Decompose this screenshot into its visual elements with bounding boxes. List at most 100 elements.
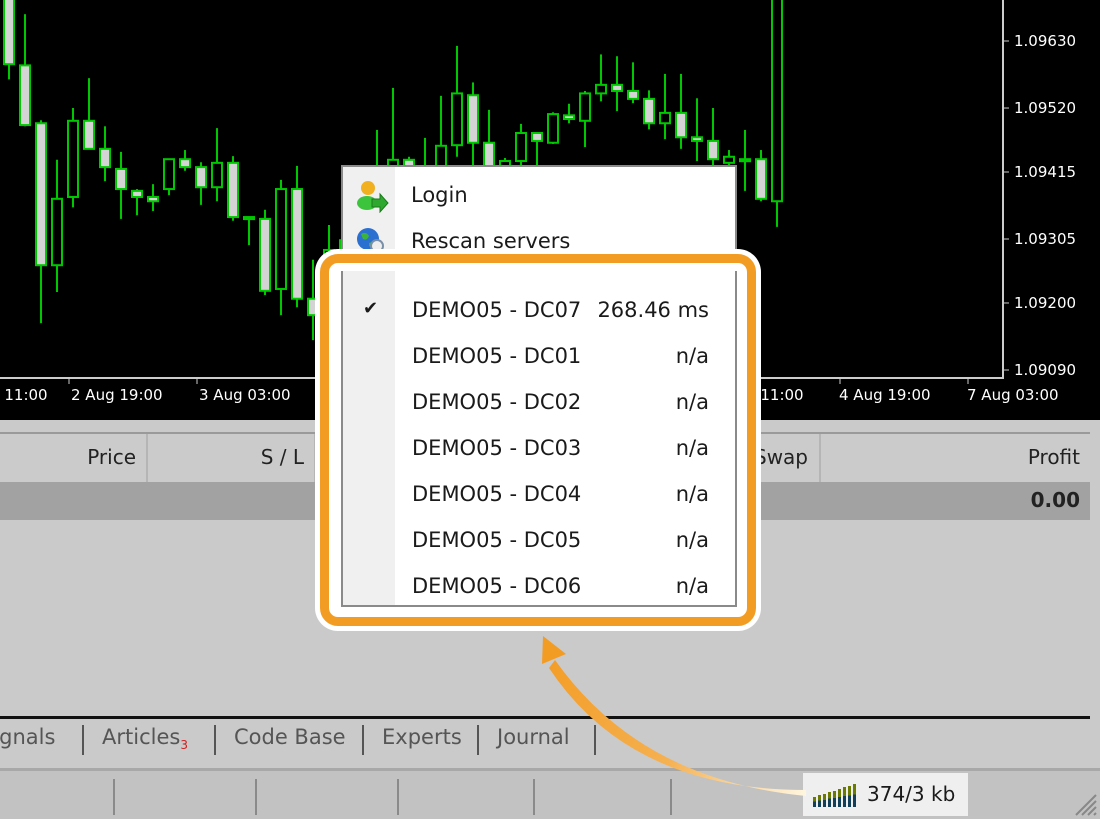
candle-body [275, 188, 287, 290]
candle-body [707, 139, 719, 161]
candle [515, 123, 527, 166]
candle [675, 73, 687, 149]
candle [131, 189, 143, 216]
status-divider [113, 779, 115, 815]
connection-traffic: 374/3 kb [867, 782, 956, 806]
candle-body [531, 131, 543, 142]
status-divider [255, 779, 257, 815]
server-item[interactable]: ✔ DEMO05 - DC07 268.46 ms [343, 289, 735, 335]
tab-signals[interactable]: Signals [0, 725, 55, 749]
server-name: DEMO05 - DC03 [412, 436, 582, 460]
tab-journal[interactable]: Journal [497, 725, 570, 749]
signal-bar [818, 795, 821, 807]
tab-divider [362, 725, 364, 755]
server-name: DEMO05 - DC01 [412, 344, 582, 368]
candle [739, 129, 751, 191]
candle-body [35, 122, 47, 267]
status-divider [670, 779, 672, 815]
price-tick: 1.09090 [1014, 361, 1077, 379]
candle [115, 151, 127, 219]
candle [579, 90, 591, 148]
candle-body [659, 111, 671, 125]
connection-status[interactable]: 374/3 kb [803, 773, 968, 816]
candle [243, 216, 255, 246]
candle [467, 82, 479, 166]
tab-articles[interactable]: Articles3 [102, 725, 188, 752]
server-item[interactable]: DEMO05 - DC01 n/a [343, 335, 735, 381]
candle-body [723, 155, 735, 164]
server-ping: n/a [675, 574, 709, 598]
candle-body [771, 0, 783, 203]
server-ping: n/a [675, 436, 709, 460]
candle [755, 150, 767, 202]
candle-body [675, 111, 687, 139]
server-ping: n/a [675, 390, 709, 414]
tab-divider [214, 725, 216, 755]
candle-body [195, 166, 207, 189]
candle-body [179, 158, 191, 169]
signal-bar [828, 792, 831, 807]
column-profit[interactable]: Profit [821, 434, 1090, 482]
time-tick: 2 Aug 19:00 [71, 386, 163, 404]
tab-experts[interactable]: Experts [382, 725, 462, 749]
candle-body [99, 147, 111, 169]
server-item[interactable]: DEMO05 - DC04 n/a [343, 473, 735, 519]
server-name: DEMO05 - DC06 [412, 574, 582, 598]
server-list-highlight: ✔ DEMO05 - DC07 268.46 ms DEMO05 - DC01 n/a D… [320, 254, 756, 626]
candle-body [595, 83, 607, 95]
resize-grip-icon[interactable] [1072, 791, 1098, 817]
menu-item-label: Rescan servers [411, 229, 571, 253]
candle [291, 165, 303, 308]
column-price[interactable]: Price [0, 434, 148, 482]
candle-body [579, 92, 591, 122]
candle-body [291, 188, 303, 300]
profit-total: 0.00 [1030, 488, 1080, 512]
tab-divider [477, 725, 479, 755]
candle-body [755, 158, 767, 200]
server-ping: n/a [675, 482, 709, 506]
server-item[interactable]: DEMO05 - DC05 n/a [343, 519, 735, 565]
server-item[interactable]: DEMO05 - DC03 n/a [343, 427, 735, 473]
status-divider [397, 779, 399, 815]
candle-body [51, 197, 63, 267]
menu-item-login[interactable]: Login [343, 177, 735, 217]
candle-body [115, 167, 127, 191]
check-icon: ✔ [363, 298, 379, 319]
candle [3, 0, 15, 80]
candle [451, 45, 463, 157]
toolbox-tabs: Signals Articles3 Code Base Experts Jour… [0, 716, 1090, 763]
time-tick: 1 Aug 11:00 [0, 386, 48, 404]
candle [627, 62, 639, 104]
signal-bar [823, 793, 826, 807]
price-tick: 1.09630 [1014, 32, 1077, 50]
candle [211, 128, 223, 202]
tab-code-base[interactable]: Code Base [234, 725, 346, 749]
candle-body [643, 97, 655, 125]
candle-body [627, 89, 639, 100]
price-tick: 1.09520 [1014, 99, 1077, 118]
candle-body [259, 217, 271, 292]
candle [163, 158, 175, 196]
candle [83, 78, 95, 150]
connection-bars-icon [813, 783, 861, 807]
tab-label: Articles [102, 725, 181, 749]
candle-body [131, 189, 143, 198]
candle [179, 150, 191, 171]
server-ping: 268.46 ms [597, 298, 709, 322]
candle [147, 184, 159, 211]
column-sl[interactable]: S / L [148, 434, 316, 482]
tab-divider [594, 725, 596, 755]
server-item[interactable]: DEMO05 - DC06 n/a [343, 565, 735, 611]
server-name: DEMO05 - DC02 [412, 390, 582, 414]
signal-bar [833, 790, 836, 807]
candle-body [83, 119, 95, 150]
server-item[interactable]: DEMO05 - DC02 n/a [343, 381, 735, 427]
candle-body [691, 136, 703, 142]
server-ping: n/a [675, 528, 709, 552]
candle [307, 259, 319, 341]
login-user-icon [357, 181, 389, 213]
server-context-menu: Login Rescan servers [341, 165, 737, 265]
candle-body [67, 119, 79, 198]
candle [227, 156, 239, 221]
candle [563, 103, 575, 124]
